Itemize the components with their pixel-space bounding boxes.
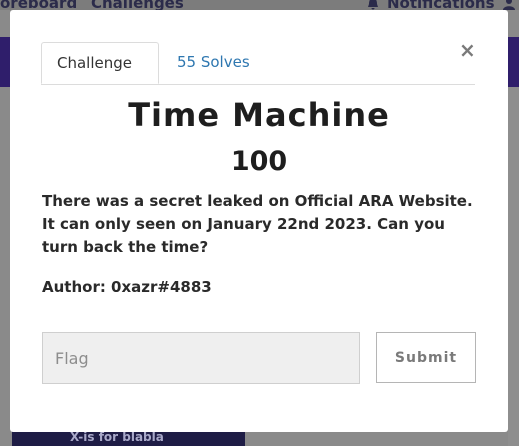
challenge-modal: × Challenge 55 Solves Time Machine 100 T… [10, 10, 508, 432]
flag-input[interactable] [42, 332, 360, 384]
challenge-description: There was a secret leaked on Official AR… [42, 192, 473, 256]
challenge-title: Time Machine [128, 96, 390, 134]
background-challenge-card-title: X-is for blabla [70, 430, 164, 444]
challenge-author: Author: 0xazr#4883 [42, 278, 212, 296]
modal-tabs: Challenge 55 Solves [41, 42, 475, 85]
tab-solves[interactable]: 55 Solves [162, 42, 265, 83]
tab-challenge[interactable]: Challenge [41, 42, 159, 84]
challenge-points: 100 [230, 146, 288, 177]
background-page [508, 87, 519, 446]
submit-button[interactable]: Submit [376, 332, 476, 383]
